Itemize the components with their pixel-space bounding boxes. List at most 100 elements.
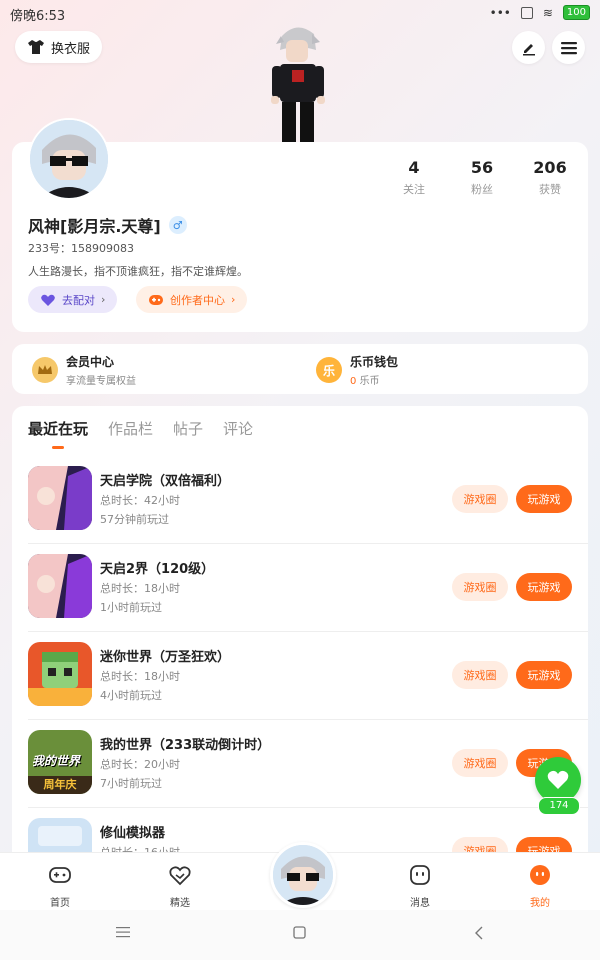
- nav-home[interactable]: 首页: [30, 863, 90, 909]
- menu-button[interactable]: [552, 31, 585, 64]
- avatar-figure[interactable]: [262, 22, 332, 144]
- wifi-icon: ≋: [542, 5, 553, 20]
- game-duration: 总时长：20小时: [100, 758, 180, 771]
- vip-card: 会员中心 享流量专属权益 乐 乐币钱包 0 乐币: [12, 344, 588, 394]
- tab-comments[interactable]: 评论: [223, 418, 253, 439]
- member-center-title: 会员中心: [66, 355, 115, 369]
- heart-badge-icon: [169, 866, 191, 886]
- menu-lines-icon[interactable]: [116, 926, 130, 942]
- back-icon[interactable]: [474, 926, 484, 944]
- nav-featured[interactable]: 精选: [150, 863, 210, 909]
- pair-button[interactable]: 去配对 ›: [28, 286, 118, 313]
- game-icon-anniversary-text: 周年庆: [28, 776, 92, 794]
- game-last-played: 4小时前玩过: [100, 689, 162, 702]
- crown-icon: [32, 357, 58, 383]
- heart-icon: [547, 770, 569, 789]
- stat-fans-value: 56: [470, 158, 494, 177]
- play-game-button[interactable]: 玩游戏: [516, 485, 572, 513]
- user-bio: 人生路漫长，指不顶谁疯狂，指不定谁辉煌。: [28, 265, 248, 278]
- game-duration: 总时长：42小时: [100, 494, 180, 507]
- home-square-icon[interactable]: [293, 926, 306, 943]
- game-name: 迷你世界（万圣狂欢）: [100, 650, 231, 665]
- gamepad-icon: [49, 867, 71, 883]
- gamepad-icon: [149, 294, 163, 305]
- tab-recent[interactable]: 最近在玩: [28, 418, 88, 439]
- game-last-played: 7小时前玩过: [100, 777, 162, 790]
- nav-mine-label: 我的: [530, 898, 550, 909]
- message-icon: [410, 865, 430, 885]
- user-name: 风神[影月宗.天尊]: [28, 217, 161, 236]
- game-circle-button[interactable]: 游戏圈: [452, 749, 508, 777]
- nav-messages[interactable]: 消息: [390, 863, 450, 909]
- game-row[interactable]: 天启学院（双倍福利） 总时长：42小时 57分钟前玩过 游戏圈 玩游戏: [12, 456, 588, 544]
- profile-tabs: 最近在玩 作品栏 帖子 评论: [28, 418, 253, 439]
- edit-button[interactable]: [512, 31, 545, 64]
- game-name: 我的世界（233联动倒计时）: [100, 738, 271, 753]
- wallet-amount: 0: [350, 376, 357, 387]
- change-outfit-button[interactable]: 换衣服: [15, 31, 103, 63]
- game-row[interactable]: 迷你世界（万圣狂欢） 总时长：18小时 4小时前玩过 游戏圈 玩游戏: [12, 632, 588, 720]
- game-name: 天启学院（双倍福利）: [100, 474, 231, 489]
- male-icon: ♂: [168, 216, 187, 234]
- stat-following[interactable]: 4 关注: [384, 158, 444, 197]
- creator-center-label: 创作者中心: [170, 293, 225, 307]
- wallet[interactable]: 乐 乐币钱包 0 乐币: [316, 353, 398, 387]
- pair-label: 去配对: [62, 293, 95, 307]
- nav-featured-label: 精选: [170, 898, 190, 909]
- stat-following-value: 4: [408, 158, 420, 177]
- user-name-row: 风神[影月宗.天尊] ♂: [28, 213, 187, 237]
- stat-likes-value: 206: [533, 158, 567, 177]
- recent-games-card: 最近在玩 作品栏 帖子 评论 天启学院（双倍福利） 总时长：42小时 57分钟前…: [12, 406, 588, 876]
- stat-following-label: 关注: [403, 183, 425, 196]
- system-nav-bar: [0, 910, 600, 960]
- pen-icon: [522, 43, 535, 55]
- game-circle-button[interactable]: 游戏圈: [452, 661, 508, 689]
- game-icon: [28, 642, 92, 706]
- game-icon: 我的世界 周年庆: [28, 730, 92, 794]
- play-game-button[interactable]: 玩游戏: [516, 573, 572, 601]
- stat-fans-label: 粉丝: [471, 183, 493, 196]
- stat-fans[interactable]: 56 粉丝: [452, 158, 512, 197]
- game-circle-button[interactable]: 游戏圈: [452, 485, 508, 513]
- member-center-sub: 享流量专属权益: [66, 376, 136, 387]
- chevron-right-icon: ›: [101, 293, 106, 306]
- status-time: 傍晚6:53: [10, 9, 66, 24]
- nav-home-label: 首页: [50, 898, 70, 909]
- chevron-right-icon: ›: [231, 293, 236, 306]
- member-center[interactable]: 会员中心 享流量专属权益: [32, 353, 136, 387]
- stat-likes[interactable]: 206 获赞: [520, 158, 580, 197]
- more-dots-icon: •••: [489, 5, 511, 20]
- game-name: 天启2界（120级）: [100, 562, 215, 577]
- game-duration: 总时长：18小时: [100, 582, 180, 595]
- nav-messages-label: 消息: [410, 898, 430, 909]
- battery-icon: 100: [562, 5, 590, 20]
- game-row[interactable]: 天启2界（120级） 总时长：18小时 1小时前玩过 游戏圈 玩游戏: [12, 544, 588, 632]
- heart-count: 174: [538, 797, 580, 815]
- change-outfit-label: 换衣服: [51, 41, 91, 57]
- user-id: 233号：158909083: [28, 242, 134, 255]
- game-last-played: 57分钟前玩过: [100, 513, 169, 526]
- tab-works[interactable]: 作品栏: [108, 418, 153, 439]
- wallet-balance: 0 乐币: [350, 372, 398, 387]
- tab-posts[interactable]: 帖子: [173, 418, 203, 439]
- coin-icon: 乐: [316, 357, 342, 383]
- mine-icon: [530, 865, 550, 885]
- game-duration: 总时长：18小时: [100, 670, 180, 683]
- game-name: 修仙模拟器: [100, 826, 166, 841]
- sim-icon: [520, 6, 533, 19]
- nav-center-avatar[interactable]: [270, 842, 336, 908]
- game-circle-button[interactable]: 游戏圈: [452, 573, 508, 601]
- nav-mine[interactable]: 我的: [510, 863, 570, 909]
- wallet-unit: 乐币: [359, 376, 380, 387]
- play-game-button[interactable]: 玩游戏: [516, 661, 572, 689]
- game-last-played: 1小时前玩过: [100, 601, 162, 614]
- hearts-icon: [41, 294, 55, 306]
- shirt-icon: [28, 40, 44, 54]
- game-icon: [28, 466, 92, 530]
- game-icon-logo-text: 我的世界: [32, 754, 81, 768]
- creator-center-button[interactable]: 创作者中心 ›: [136, 286, 248, 313]
- wallet-title: 乐币钱包: [350, 355, 399, 369]
- active-tab-indicator: [52, 446, 64, 449]
- game-row[interactable]: 我的世界 周年庆 我的世界（233联动倒计时） 总时长：20小时 7小时前玩过 …: [12, 720, 588, 808]
- avatar[interactable]: [28, 118, 110, 200]
